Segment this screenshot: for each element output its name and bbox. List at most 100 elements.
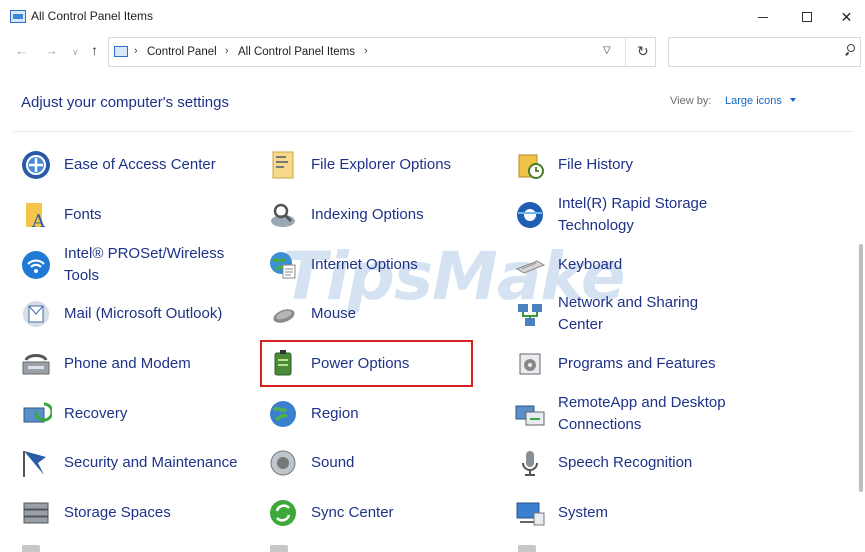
breadcrumb-chevron-icon[interactable]: › <box>134 45 138 57</box>
sound-icon <box>267 447 299 479</box>
control-panel-item[interactable]: RemoteApp and Desktop Connections <box>514 391 744 437</box>
partial-item-icon <box>22 545 40 552</box>
control-panel-item[interactable]: File History <box>514 142 744 188</box>
item-label: Ease of Access Center <box>64 156 216 173</box>
control-panel-item[interactable]: Intel(R) Rapid Storage Technology <box>514 192 744 238</box>
search-icon[interactable] <box>845 44 856 56</box>
file-history-icon <box>514 149 546 181</box>
programs-features-icon <box>514 348 546 380</box>
control-panel-item[interactable]: Recovery <box>20 391 250 437</box>
item-label: Region <box>311 405 359 422</box>
maximize-button[interactable] <box>784 0 830 34</box>
item-label: RemoteApp and Desktop Connections <box>558 394 726 433</box>
file-explorer-options-icon <box>267 149 299 181</box>
system-icon <box>514 497 546 529</box>
control-panel-item[interactable]: Keyboard <box>514 242 744 288</box>
item-label: File History <box>558 156 634 173</box>
item-label: Mail (Microsoft Outlook) <box>64 305 223 322</box>
item-label: Intel® PROSet/Wireless Tools <box>64 245 225 284</box>
control-panel-item[interactable]: Programs and Features <box>514 341 744 387</box>
breadcrumb-chevron-icon[interactable]: › <box>225 45 229 57</box>
address-dropdown-icon[interactable]: ▽ <box>603 45 611 56</box>
breadcrumb-all-items[interactable]: All Control Panel Items <box>238 46 355 58</box>
breadcrumb-chevron-icon[interactable]: › <box>364 45 368 57</box>
up-arrow-icon[interactable]: ↑ <box>91 42 98 58</box>
mouse-icon <box>267 298 299 330</box>
scrollbar-thumb[interactable] <box>859 244 863 492</box>
address-bar[interactable]: › Control Panel › All Control Panel Item… <box>108 37 656 67</box>
control-panel-item[interactable]: Phone and Modem <box>20 341 250 387</box>
control-panel-item[interactable]: Network and Sharing Center <box>514 291 744 337</box>
item-label: Network and Sharing Center <box>558 294 699 333</box>
fonts-icon: A <box>20 199 52 232</box>
control-panel-item[interactable]: Region <box>267 391 497 437</box>
minimize-button[interactable] <box>740 0 786 34</box>
control-panel-item[interactable]: Internet Options <box>267 242 497 288</box>
control-panel-item[interactable]: System <box>514 490 744 536</box>
close-button[interactable]: ✕ <box>828 0 865 34</box>
control-panel-item[interactable]: Speech Recognition <box>514 440 744 486</box>
internet-options-icon <box>267 249 299 281</box>
control-panel-item[interactable]: Intel® PROSet/Wireless Tools <box>20 242 250 288</box>
close-icon: ✕ <box>840 8 853 25</box>
control-panel-icon <box>10 10 26 23</box>
item-label: Indexing Options <box>311 206 424 223</box>
view-by-dropdown[interactable]: Large icons <box>725 95 782 107</box>
control-panel-item[interactable]: Security and Maintenance <box>20 440 250 486</box>
window-title: All Control Panel Items <box>31 9 154 23</box>
page-heading: Adjust your computer's settings <box>21 94 229 111</box>
ease-of-access-icon <box>20 149 52 181</box>
address-divider <box>625 38 626 66</box>
address-row: ← → ∨ ↑ › Control Panel › All Control Pa… <box>0 34 865 70</box>
control-panel-item[interactable]: Indexing Options <box>267 192 497 238</box>
partial-item-icon <box>270 545 288 552</box>
item-label: Programs and Features <box>558 355 716 372</box>
search-input[interactable] <box>668 37 861 67</box>
item-label: Intel(R) Rapid Storage Technology <box>558 195 708 234</box>
control-panel-item[interactable]: File Explorer Options <box>267 142 497 188</box>
remoteapp-icon <box>514 398 546 430</box>
storage-spaces-icon <box>20 497 52 529</box>
item-label: Sound <box>311 454 355 471</box>
phone-modem-icon <box>20 348 52 380</box>
power-options-highlight <box>260 340 473 387</box>
control-panel-item[interactable]: Sound <box>267 440 497 486</box>
item-label: Security and Maintenance <box>64 454 238 471</box>
intel-proset-wireless-icon <box>20 249 52 281</box>
refresh-icon[interactable]: ↻ <box>637 43 649 60</box>
indexing-options-icon <box>267 199 299 231</box>
control-panel-item[interactable]: A Fonts <box>20 192 250 238</box>
item-label: Internet Options <box>311 256 418 273</box>
maximize-icon <box>802 12 812 22</box>
control-panel-item[interactable]: Mail (Microsoft Outlook) <box>20 291 250 337</box>
keyboard-icon <box>514 249 546 281</box>
security-maintenance-icon <box>20 447 52 479</box>
minimize-icon <box>758 16 768 18</box>
view-by-caret-icon[interactable] <box>790 98 796 102</box>
svg-text:A: A <box>31 211 46 231</box>
divider <box>13 131 853 132</box>
speech-recognition-icon <box>514 447 546 479</box>
control-panel-item[interactable]: Storage Spaces <box>20 490 250 536</box>
item-label: System <box>558 504 609 521</box>
item-label: Keyboard <box>558 256 623 273</box>
back-arrow-icon[interactable]: ← <box>15 43 28 58</box>
forward-arrow-icon[interactable]: → <box>45 43 58 58</box>
region-icon <box>267 398 299 430</box>
mail-icon <box>20 298 52 330</box>
control-panel-item[interactable]: Ease of Access Center <box>20 142 250 188</box>
item-label: Recovery <box>64 405 128 422</box>
title-bar: All Control Panel Items ✕ <box>0 0 865 34</box>
item-label: Mouse <box>311 305 357 322</box>
breadcrumb-control-panel[interactable]: Control Panel <box>147 46 217 58</box>
item-label: File Explorer Options <box>311 156 452 173</box>
control-panel-item[interactable]: Mouse <box>267 291 497 337</box>
item-label: Sync Center <box>311 504 394 521</box>
item-label: Speech Recognition <box>558 454 693 471</box>
recent-locations-chevron-icon[interactable]: ∨ <box>72 47 79 58</box>
view-by-label: View by: <box>670 95 712 107</box>
control-panel-item[interactable]: Sync Center <box>267 490 497 536</box>
recovery-icon <box>20 398 54 430</box>
item-label: Storage Spaces <box>64 504 171 521</box>
network-sharing-icon <box>514 298 546 330</box>
